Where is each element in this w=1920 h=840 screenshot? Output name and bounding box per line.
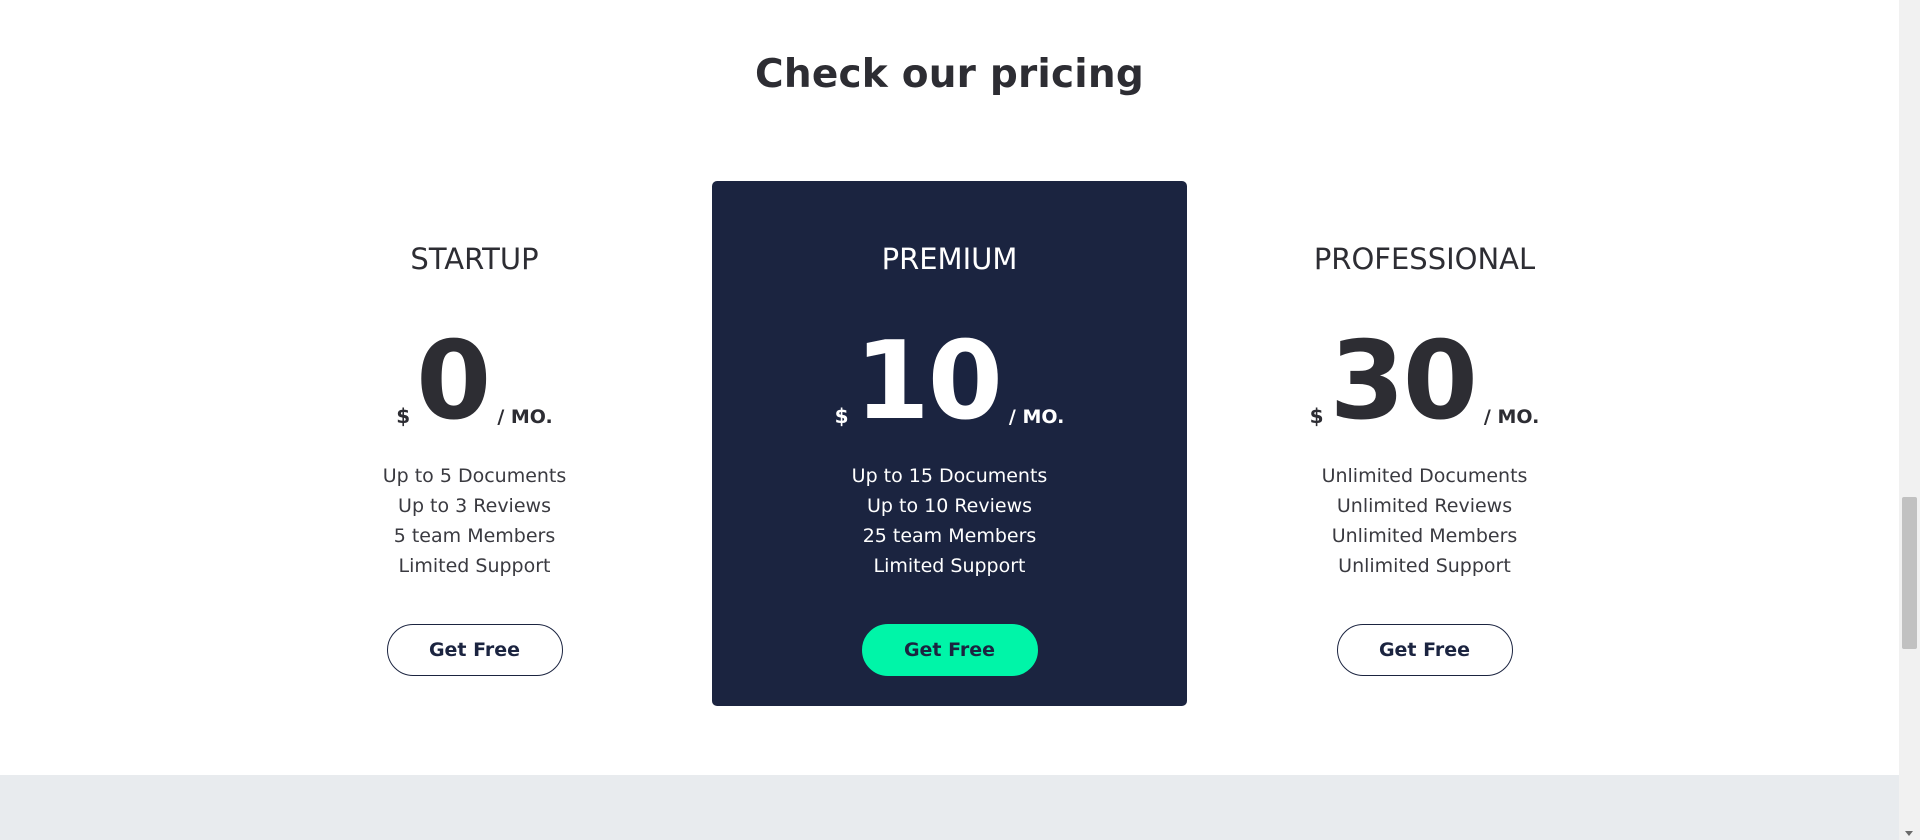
currency-symbol: $ (834, 404, 849, 428)
feature-list: Unlimited Documents Unlimited Reviews Un… (1187, 461, 1662, 581)
feature-item: Unlimited Documents (1321, 465, 1528, 487)
get-free-button-startup[interactable]: Get Free (386, 624, 563, 676)
currency-symbol: $ (396, 404, 411, 428)
plan-name: PREMIUM (881, 242, 1018, 276)
next-section-band (0, 775, 1899, 840)
feature-item: Up to 3 Reviews (398, 495, 551, 517)
feature-item: Up to 5 Documents (382, 465, 567, 487)
feature-item: Unlimited Reviews (1336, 495, 1513, 517)
page: Check our pricing STARTUP $ 0 / MO. Up t… (0, 0, 1899, 840)
feature-item: 25 team Members (862, 525, 1037, 547)
plan-card-premium: PREMIUM $ 10 / MO. Up to 15 Documents Up… (712, 181, 1187, 706)
feature-item: 5 team Members (393, 525, 556, 547)
feature-item: Limited Support (398, 555, 551, 577)
feature-item: Up to 10 Reviews (866, 495, 1033, 517)
feature-item: Unlimited Support (1338, 555, 1511, 577)
get-free-button-professional[interactable]: Get Free (1336, 624, 1513, 676)
price-period: / MO. (1483, 406, 1540, 428)
plan-card-professional: PROFESSIONAL $ 30 / MO. Unlimited Docume… (1187, 181, 1662, 706)
price-period: / MO. (1008, 406, 1065, 428)
plan-name: STARTUP (410, 242, 539, 276)
price-amount: 30 (1329, 319, 1478, 444)
feature-item: Limited Support (873, 555, 1026, 577)
get-free-button-premium[interactable]: Get Free (861, 624, 1038, 676)
scrollbar-thumb[interactable] (1902, 497, 1917, 649)
plan-card-startup: STARTUP $ 0 / MO. Up to 5 Documents Up t… (237, 181, 712, 706)
price: $ 0 / MO. (237, 326, 712, 436)
pricing-title: Check our pricing (755, 52, 1144, 97)
plan-name: PROFESSIONAL (1313, 242, 1536, 276)
price-amount: 0 (416, 319, 491, 444)
feature-item: Up to 15 Documents (851, 465, 1048, 487)
feature-list: Up to 5 Documents Up to 3 Reviews 5 team… (237, 461, 712, 581)
vertical-scrollbar[interactable] (1899, 0, 1920, 840)
price-amount: 10 (854, 319, 1003, 444)
currency-symbol: $ (1309, 404, 1324, 428)
scroll-down-arrow-icon[interactable] (1905, 831, 1913, 836)
feature-item: Unlimited Members (1331, 525, 1518, 547)
price-period: / MO. (497, 406, 553, 428)
price: $ 10 / MO. (712, 326, 1187, 436)
feature-list: Up to 15 Documents Up to 10 Reviews 25 t… (712, 461, 1187, 581)
price: $ 30 / MO. (1187, 326, 1662, 436)
